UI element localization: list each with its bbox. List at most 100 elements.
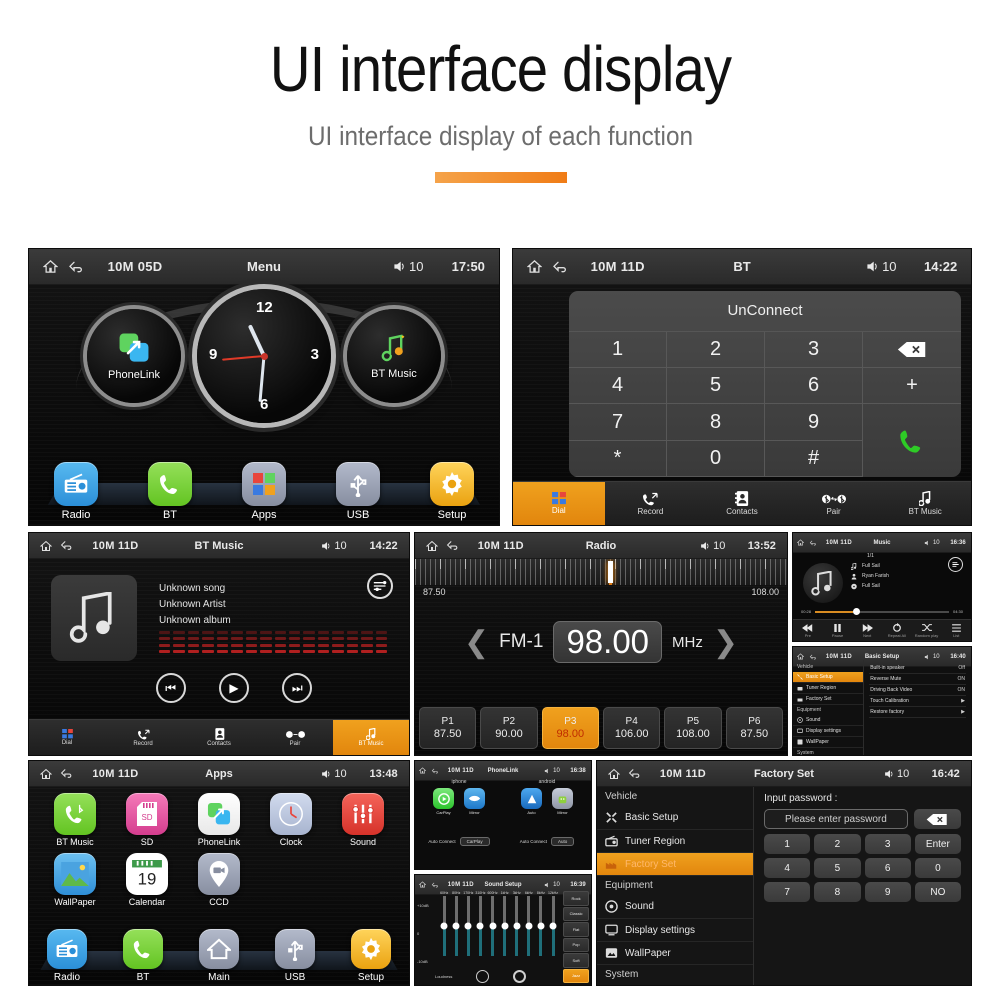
preset-button[interactable]: P1 87.50 [419, 707, 477, 749]
android-auto-connect[interactable]: Auto Connect Auto [503, 837, 591, 846]
iphone-auto-connect[interactable]: Auto Connect CarPlay [415, 837, 503, 846]
dock-item-usb[interactable]: USB [336, 462, 380, 521]
dialpad-key[interactable]: # [765, 440, 863, 477]
volume-indicator[interactable]: 10 [321, 540, 347, 552]
backspace-key[interactable] [863, 332, 961, 369]
sidebar-item-factory-set[interactable]: Factory Set [793, 694, 864, 705]
eq-band-slider[interactable] [489, 896, 497, 956]
app-calendar[interactable]: 19 Calendar [111, 853, 183, 907]
preset-button[interactable]: P2 90.00 [480, 707, 538, 749]
app-bt-music[interactable]: BT Music [39, 793, 111, 847]
backspace-key[interactable] [913, 809, 961, 829]
home-icon[interactable] [40, 540, 53, 552]
eq-band-slider[interactable] [537, 896, 545, 956]
tab-pair[interactable]: Pair [257, 720, 333, 755]
screen-basic-setup[interactable]: 10M 11D Basic Setup 10 16:40 Vehicle Bas… [792, 646, 972, 756]
volume-indicator[interactable]: 10 [544, 768, 560, 774]
keypad-key[interactable]: 2 [814, 834, 861, 854]
dock-item-bt[interactable]: BT [148, 462, 192, 521]
keypad-key[interactable]: 1 [764, 834, 811, 854]
home-icon[interactable] [40, 768, 53, 780]
back-icon[interactable] [809, 540, 817, 546]
dock-item-bt[interactable]: BT [123, 929, 163, 983]
tab-pair[interactable]: Pair [788, 482, 880, 525]
volume-indicator[interactable]: 10 [700, 540, 725, 552]
home-icon[interactable] [526, 259, 542, 274]
previous-button[interactable]: ⏮ [155, 673, 186, 703]
tab-dial[interactable]: Dial [513, 482, 605, 525]
keypad-key[interactable]: 8 [814, 882, 861, 902]
volume-indicator[interactable]: 10 [866, 259, 897, 274]
setting-row[interactable]: Built-in speaker Off [869, 663, 966, 674]
sidebar-item-tuner-region[interactable]: Tuner Region [597, 830, 754, 853]
repeat-button[interactable]: Repeat All [882, 620, 912, 641]
next-button[interactable]: Next [852, 620, 882, 641]
preset-button[interactable]: P3 98.00 [541, 707, 599, 749]
dialpad-key[interactable]: * [569, 440, 667, 477]
sidebar-item-factory-set[interactable]: Factory Set [597, 853, 754, 876]
keypad-no-key[interactable]: NO [914, 882, 961, 902]
plus-key[interactable]: + [863, 368, 961, 405]
sidebar-item-sound[interactable]: Sound [597, 895, 754, 919]
eq-slider-knob[interactable] [501, 922, 509, 930]
sidebar-item-tuner-region[interactable]: Tuner Region [793, 683, 864, 694]
app-ccd[interactable]: CCD [183, 853, 255, 907]
progress-knob[interactable] [852, 607, 860, 615]
setting-row[interactable]: Restore factory ▶ [869, 707, 966, 718]
eq-preset[interactable]: Jazz [563, 968, 589, 983]
loudness-toggle[interactable] [476, 970, 490, 983]
back-icon[interactable] [552, 260, 568, 274]
password-input[interactable]: Please enter password [764, 809, 908, 829]
eq-slider-knob[interactable] [452, 922, 460, 930]
screen-music-player[interactable]: 10M 11D Music 10 16:36 1/1 Full Sail Rya… [792, 532, 972, 642]
next-station-button[interactable]: ❯ [713, 625, 738, 660]
back-icon[interactable] [809, 654, 817, 660]
screen-bt-dialpad[interactable]: 10M 11D BT 10 14:22 UnConnect 1 2 3 4 5 … [512, 248, 972, 526]
equalizer-icon[interactable] [367, 573, 393, 599]
dialpad-key[interactable]: 6 [765, 368, 863, 405]
dialpad-key[interactable]: 8 [667, 404, 765, 441]
widget-phonelink[interactable]: PhoneLink [87, 309, 181, 403]
keypad-key[interactable]: 5 [814, 858, 861, 878]
next-button[interactable]: ⏭ [282, 673, 313, 703]
dock-item-apps[interactable]: Apps [242, 462, 286, 521]
sidebar-item-basic-setup[interactable]: Basic Setup [597, 806, 754, 830]
setting-row[interactable]: Reverse Mute ON [869, 674, 966, 685]
home-icon[interactable] [797, 539, 804, 546]
tab-bt-music[interactable]: BT Music [879, 482, 971, 525]
previous-button[interactable]: Pre [793, 620, 823, 641]
preset-button[interactable]: P6 87.50 [725, 707, 783, 749]
eq-band[interactable]: 12kHz [547, 891, 559, 985]
progress-bar-row[interactable]: 00:28 04:30 [801, 607, 963, 615]
home-icon[interactable] [419, 767, 426, 774]
keypad-key[interactable]: 7 [764, 882, 811, 902]
screen-factory-set[interactable]: 10M 11D Factory Set 10 16:42 Vehicle Bas… [596, 760, 972, 986]
android-auto-button[interactable]: Auto [521, 788, 542, 815]
tuner-needle[interactable] [608, 561, 614, 585]
widget-bt-music[interactable]: BT Music [347, 309, 441, 403]
equalizer-icon[interactable] [948, 557, 963, 572]
screen-main-menu[interactable]: 10M 05D Menu 10 17:50 PhoneLink 12 3 6 9… [28, 248, 500, 526]
widget-clock[interactable]: 12 3 6 9 [197, 289, 331, 423]
back-icon[interactable] [446, 540, 459, 551]
eq-preset[interactable]: Pop [563, 937, 589, 952]
app-clock[interactable]: Clock [255, 793, 327, 847]
sidebar-item-display-settings[interactable]: Display settings [597, 919, 754, 942]
frequency-value[interactable]: 98.00 [553, 621, 663, 664]
home-icon[interactable] [797, 653, 804, 660]
back-icon[interactable] [431, 768, 439, 774]
play-button[interactable]: ▶ [218, 673, 249, 703]
screen-bt-music[interactable]: 10M 11D BT Music 10 14:22 Unknown song U… [28, 532, 410, 756]
eq-band-slider[interactable] [549, 896, 557, 956]
volume-indicator[interactable]: 10 [924, 540, 940, 546]
dialpad-key[interactable]: 3 [765, 331, 863, 369]
eq-slider-knob[interactable] [549, 922, 557, 930]
tab-record[interactable]: Record [605, 482, 697, 525]
eq-slider-knob[interactable] [537, 922, 545, 930]
eq-slider-knob[interactable] [440, 922, 448, 930]
keypad-key[interactable]: 9 [864, 882, 911, 902]
carplay-button[interactable]: CarPlay [433, 788, 454, 815]
sidebar-item-display-settings[interactable]: Display settings [793, 726, 864, 737]
eq-band-slider[interactable] [452, 896, 460, 956]
keypad-key[interactable]: 3 [864, 834, 911, 854]
